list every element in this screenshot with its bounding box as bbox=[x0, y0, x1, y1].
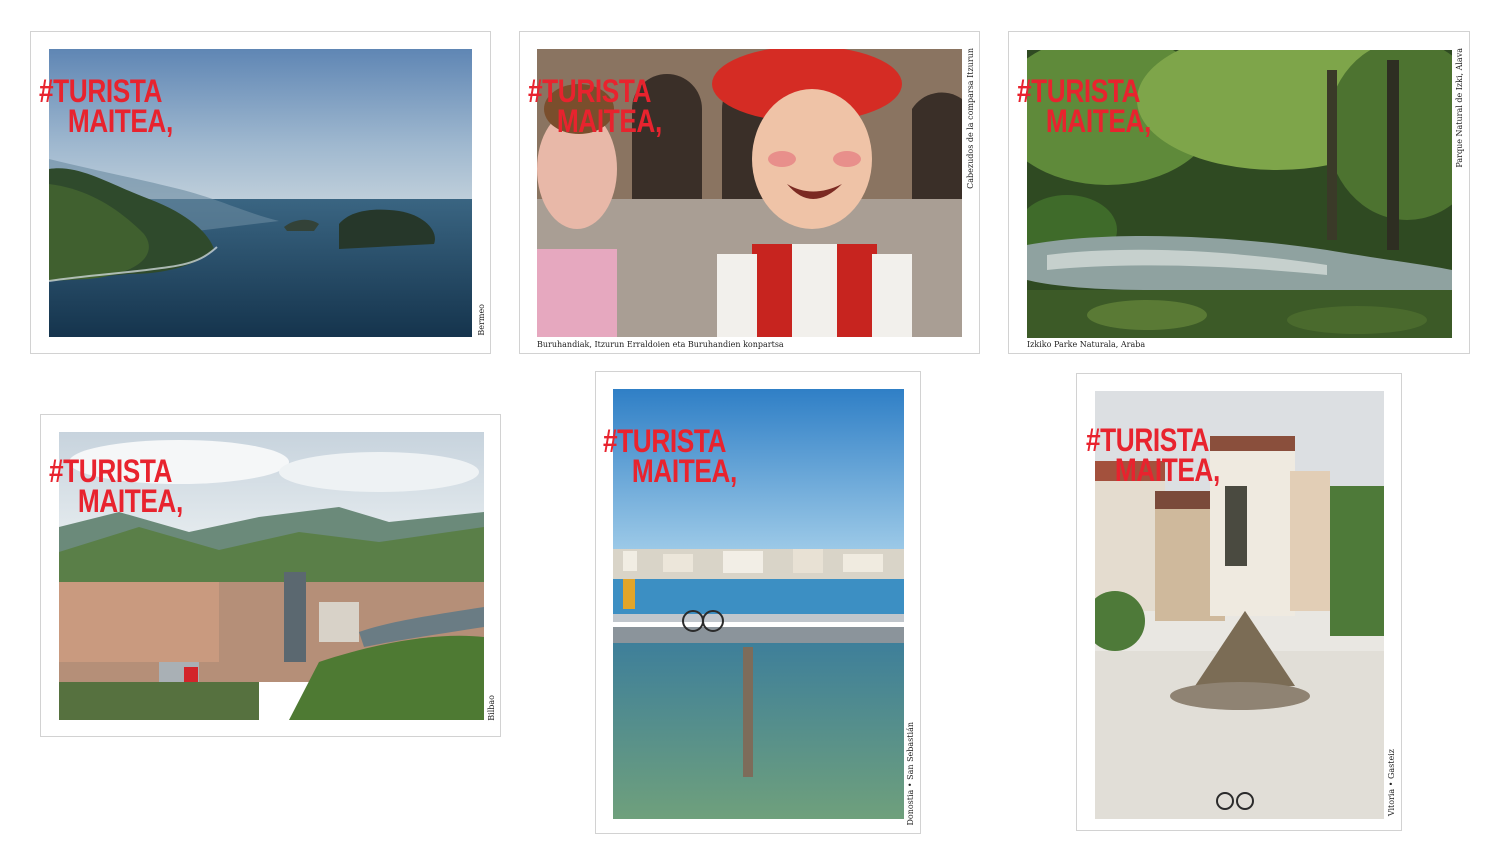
caption-bilbao: Bilbao bbox=[487, 695, 496, 721]
headline-line-1: #TURISTA bbox=[49, 453, 173, 489]
caption-side-izki: Parque Natural de Izki, Álava bbox=[1455, 48, 1464, 168]
headline: #TURISTA MAITEA, bbox=[39, 73, 173, 140]
headline: #TURISTA MAITEA, bbox=[1017, 73, 1151, 140]
caption-bermeo: Bermeo bbox=[477, 304, 486, 336]
headline: #TURISTA MAITEA, bbox=[528, 73, 662, 140]
caption-bottom-cabezudos: Buruhandiak, Itzurun Erraldoien eta Buru… bbox=[537, 340, 784, 349]
headline: #TURISTA MAITEA, bbox=[49, 453, 183, 520]
caption-side-cabezudos: Cabezudos de la comparsa Itzurun bbox=[966, 48, 975, 189]
postcard-bermeo[interactable]: #TURISTA MAITEA, Bermeo bbox=[30, 31, 491, 354]
headline-line-2: MAITEA, bbox=[556, 103, 662, 140]
postcard-bilbao[interactable]: #TURISTA MAITEA, Bilbao bbox=[40, 414, 501, 737]
headline-line-1: #TURISTA bbox=[39, 73, 163, 109]
headline-line-1: #TURISTA bbox=[1017, 73, 1141, 109]
caption-donostia: Donostia • San Sebastián bbox=[906, 722, 915, 826]
postcard-donostia[interactable]: #TURISTA MAITEA, Donostia • San Sebastiá… bbox=[595, 371, 921, 834]
headline-line-1: #TURISTA bbox=[1086, 422, 1210, 458]
headline-line-1: #TURISTA bbox=[528, 73, 652, 109]
headline-line-2: MAITEA, bbox=[1114, 452, 1220, 489]
postcard-cabezudos[interactable]: #TURISTA MAITEA, Cabezudos de la compars… bbox=[519, 31, 980, 354]
postcard-vitoria[interactable]: #TURISTA MAITEA, Vitoria • Gasteiz bbox=[1076, 373, 1402, 831]
headline: #TURISTA MAITEA, bbox=[603, 423, 737, 490]
headline-line-2: MAITEA, bbox=[631, 453, 737, 490]
headline-line-2: MAITEA, bbox=[67, 103, 173, 140]
headline-line-2: MAITEA, bbox=[1045, 103, 1151, 140]
caption-bottom-izki: Izkiko Parke Naturala, Araba bbox=[1027, 340, 1146, 349]
headline-line-2: MAITEA, bbox=[77, 483, 183, 520]
postcard-izki[interactable]: #TURISTA MAITEA, Parque Natural de Izki,… bbox=[1008, 31, 1470, 354]
headline-line-1: #TURISTA bbox=[603, 423, 727, 459]
headline: #TURISTA MAITEA, bbox=[1086, 422, 1220, 489]
caption-vitoria: Vitoria • Gasteiz bbox=[1387, 749, 1396, 817]
